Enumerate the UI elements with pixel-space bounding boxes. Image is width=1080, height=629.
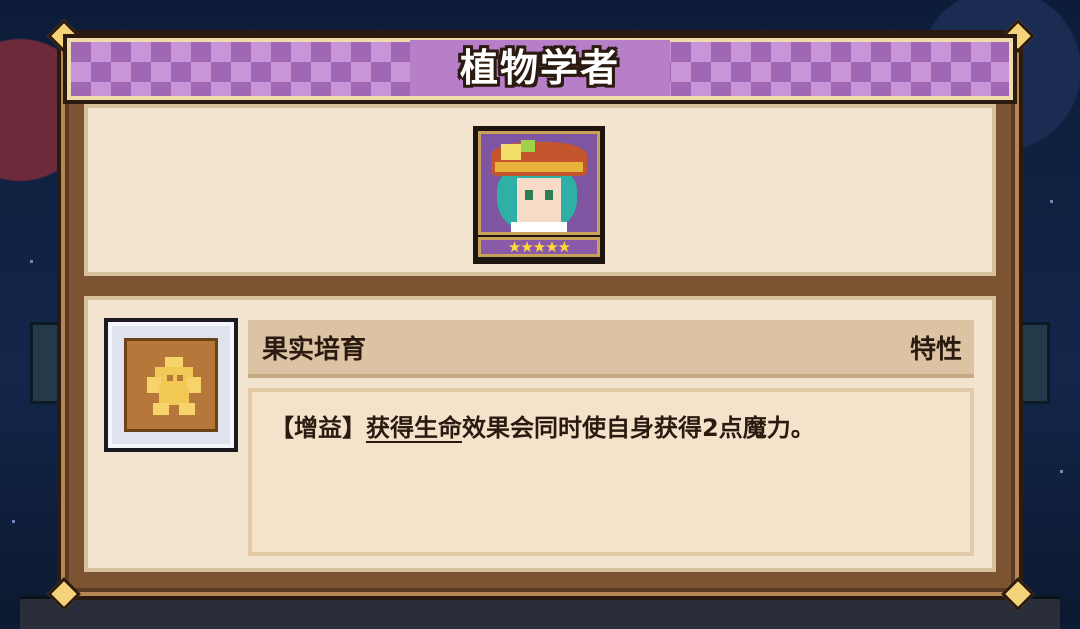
botanist-portrait-icon bbox=[478, 131, 600, 235]
fruit-cultivation-icon bbox=[124, 338, 218, 432]
buff-tag: 【增益】 bbox=[270, 414, 366, 442]
portrait-face bbox=[517, 178, 561, 224]
star-decoration bbox=[1050, 200, 1053, 203]
description-text: 效果会同时使自身获得2点魔力。 bbox=[462, 414, 815, 442]
fruit-glyph-icon bbox=[147, 357, 201, 415]
portrait-eye bbox=[525, 190, 533, 200]
star-decoration bbox=[30, 260, 33, 263]
portrait-collar bbox=[511, 222, 567, 232]
trait-icon-border bbox=[108, 322, 234, 448]
trait-icon-frame[interactable] bbox=[104, 318, 238, 452]
dialog-title: 植物学者 bbox=[459, 46, 620, 90]
portrait-flower bbox=[501, 144, 521, 160]
character-portrait[interactable]: ★★★★★ bbox=[473, 126, 605, 264]
portrait-hatband bbox=[495, 162, 583, 172]
portrait-eye bbox=[545, 190, 553, 200]
bottom-bar bbox=[20, 596, 1060, 629]
gain-life-keyword-link[interactable]: 获得生命 bbox=[366, 414, 462, 442]
portrait-flower bbox=[521, 140, 535, 152]
star-decoration bbox=[1060, 470, 1063, 473]
trait-description: 【增益】获得生命效果会同时使自身获得2点魔力。 bbox=[270, 400, 950, 456]
star-decoration bbox=[12, 520, 15, 523]
trait-name: 果实培育 bbox=[262, 335, 367, 365]
trait-type-label: 特性 bbox=[909, 335, 962, 365]
star-rating: ★★★★★ bbox=[478, 237, 600, 257]
